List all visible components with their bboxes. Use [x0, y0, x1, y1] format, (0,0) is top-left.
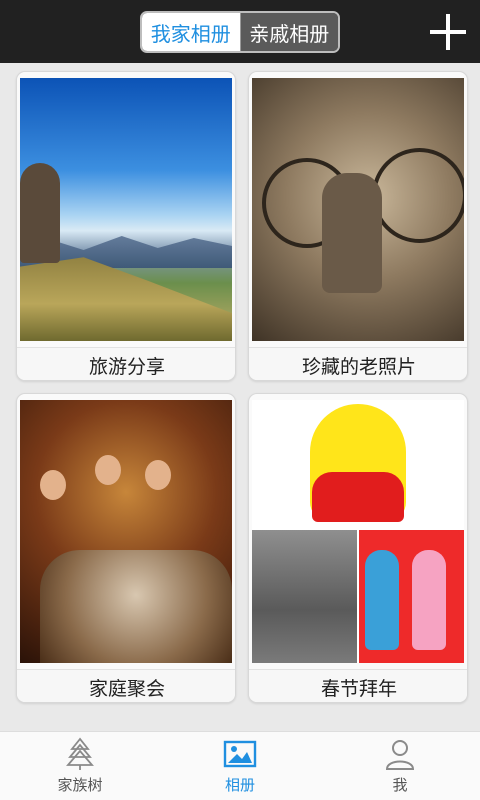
top-bar: 我家相册 亲戚相册 — [0, 0, 480, 63]
album-title: 春节拜年 — [249, 669, 467, 702]
album-card-travel[interactable]: 旅游分享 — [16, 71, 236, 381]
album-segmented-control: 我家相册 亲戚相册 — [140, 11, 340, 53]
nav-label: 我 — [392, 776, 408, 794]
album-cover-image — [252, 400, 464, 663]
album-cover-image — [252, 78, 464, 341]
tab-relatives-album[interactable]: 亲戚相册 — [239, 13, 338, 51]
nav-family-tree[interactable]: 家族树 — [0, 732, 160, 800]
nav-albums[interactable]: 相册 — [160, 732, 320, 800]
album-title: 家庭聚会 — [17, 669, 235, 702]
nav-label: 家族树 — [57, 776, 103, 794]
album-cover-image — [20, 78, 232, 341]
tree-icon — [66, 737, 94, 770]
album-card-spring-festival[interactable]: 春节拜年 — [248, 393, 468, 703]
bottom-nav: 家族树 相册 我 — [0, 731, 480, 800]
album-grid: 旅游分享 珍藏的老照片 家庭聚会 春节拜年 — [0, 63, 480, 731]
album-title: 珍藏的老照片 — [249, 347, 467, 380]
nav-label: 相册 — [224, 776, 255, 794]
image-icon — [223, 740, 257, 768]
album-card-old-photos[interactable]: 珍藏的老照片 — [248, 71, 468, 381]
album-card-family-gathering[interactable]: 家庭聚会 — [16, 393, 236, 703]
plus-icon[interactable] — [428, 12, 468, 52]
tab-my-family-album[interactable]: 我家相册 — [142, 13, 240, 51]
album-title: 旅游分享 — [17, 347, 235, 380]
nav-me[interactable]: 我 — [320, 732, 480, 800]
album-cover-image — [20, 400, 232, 663]
person-icon — [385, 740, 415, 770]
